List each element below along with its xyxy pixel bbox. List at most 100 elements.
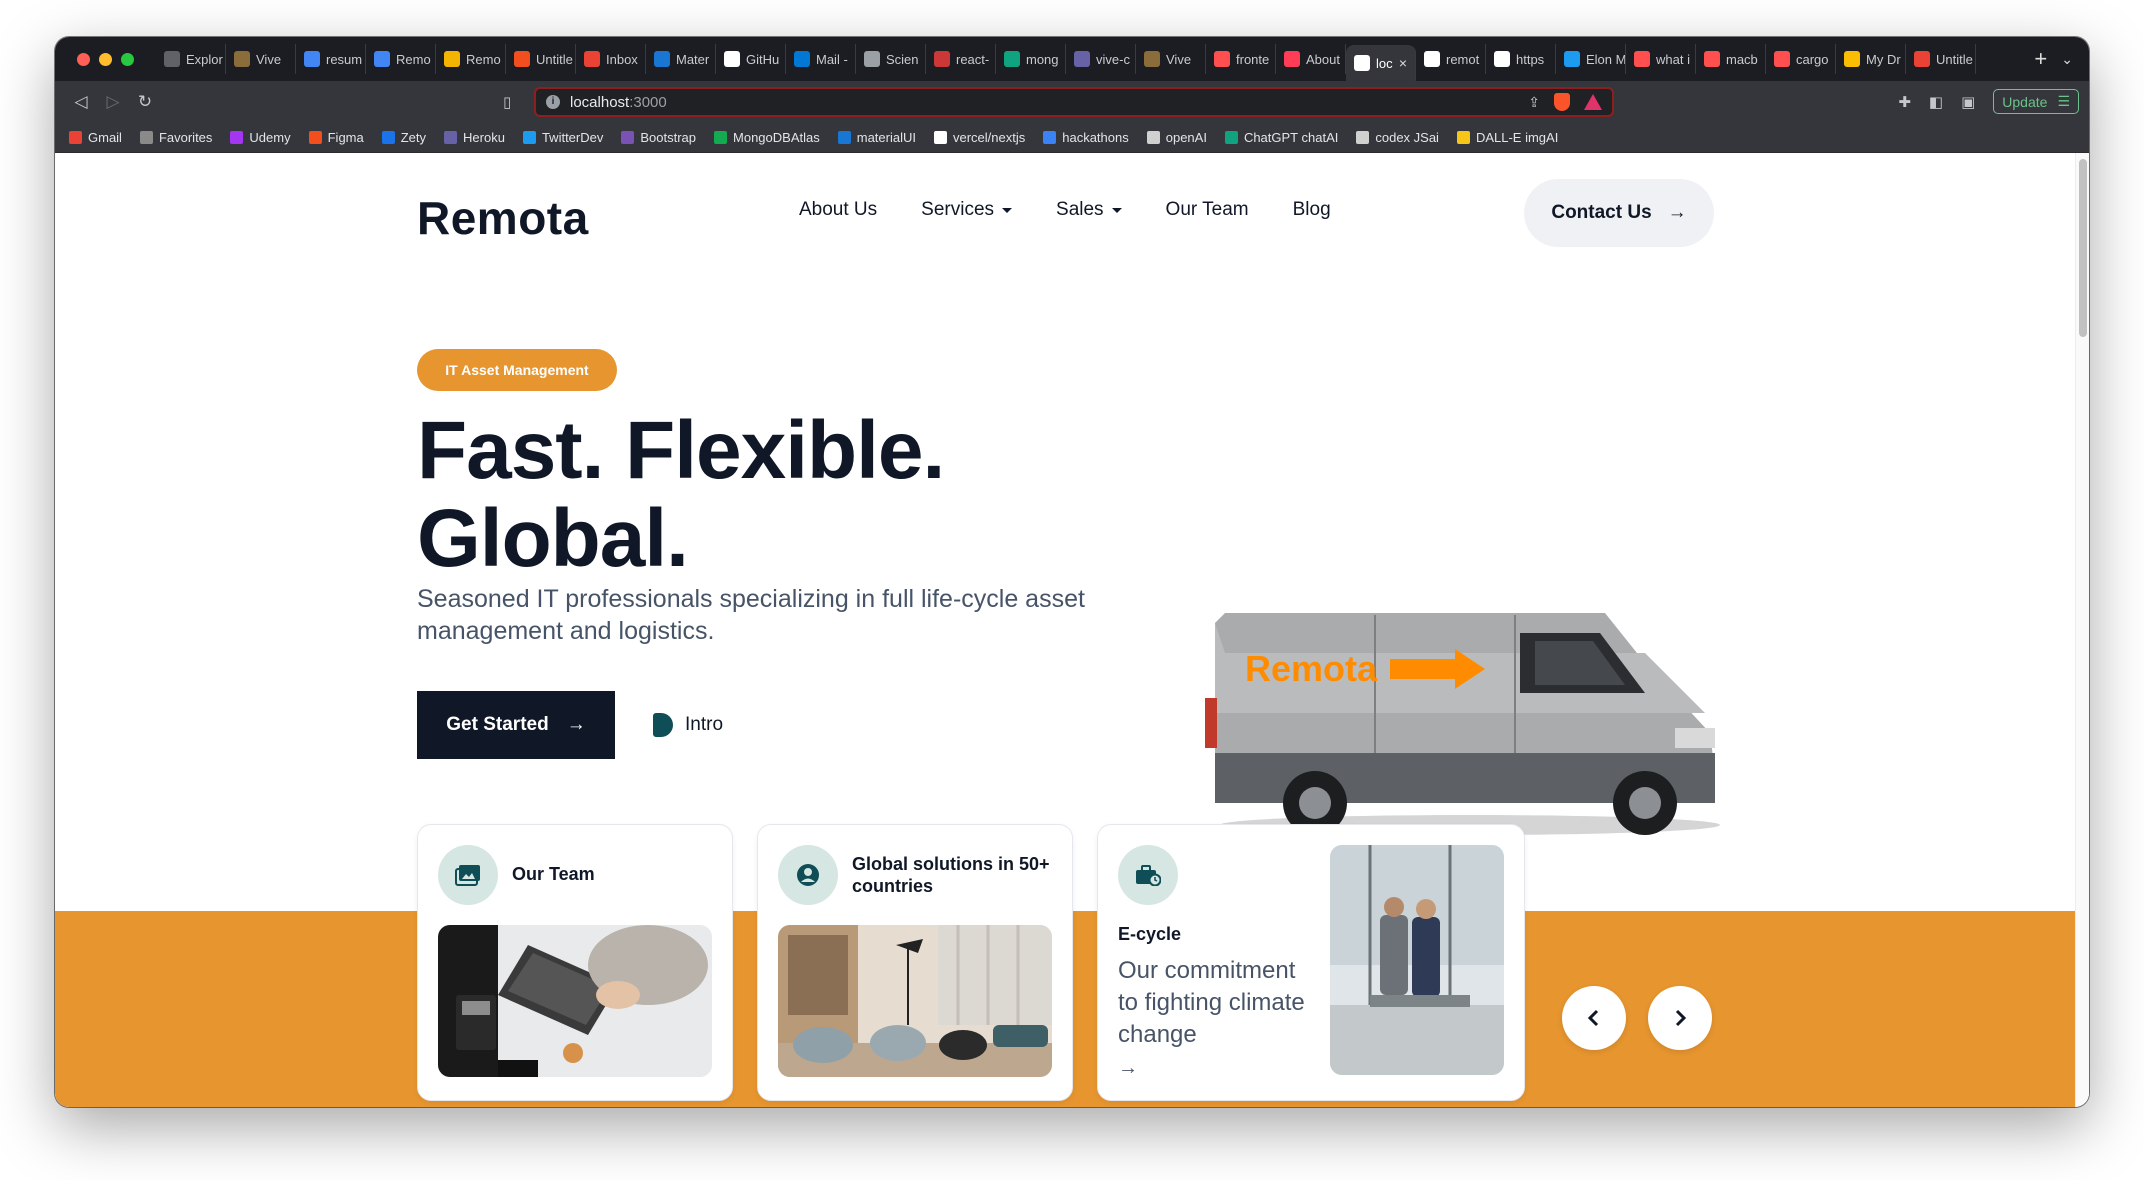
browser-tab[interactable]: Explor bbox=[156, 44, 226, 74]
feature-card-global-solutions[interactable]: Global solutions in 50+ countries bbox=[757, 824, 1073, 1101]
nav-item-blog[interactable]: Blog bbox=[1293, 199, 1331, 221]
browser-tab[interactable]: fronte bbox=[1206, 44, 1276, 74]
bookmark-favicon-icon bbox=[69, 131, 82, 144]
browser-tab[interactable]: what i bbox=[1626, 44, 1696, 74]
intro-video-link[interactable]: Intro bbox=[653, 713, 723, 737]
browser-tab[interactable]: Vive bbox=[226, 44, 296, 74]
bookmark-item[interactable]: Bootstrap bbox=[621, 130, 696, 145]
bookmark-label: Figma bbox=[327, 130, 364, 145]
carousel-prev-button[interactable] bbox=[1562, 986, 1626, 1050]
nav-item-sales[interactable]: Sales bbox=[1056, 199, 1122, 221]
brave-shields-icon[interactable] bbox=[1554, 93, 1570, 111]
bookmark-label: Zety bbox=[400, 130, 427, 145]
bookmark-label: Udemy bbox=[249, 130, 291, 145]
browser-tab-label: Scien bbox=[886, 51, 919, 67]
browser-tab[interactable]: macb bbox=[1696, 44, 1766, 74]
page-scrollbar[interactable] bbox=[2075, 153, 2089, 1107]
bookmark-item[interactable]: Heroku bbox=[444, 130, 505, 145]
bookmark-item[interactable]: DALL-E imgAI bbox=[1456, 130, 1558, 145]
browser-tab[interactable]: Untitle bbox=[1906, 44, 1976, 74]
browser-tab[interactable]: Scien bbox=[856, 44, 926, 74]
nav-item-about-us[interactable]: About Us bbox=[799, 199, 877, 221]
browser-tab[interactable]: remot bbox=[1416, 44, 1486, 74]
card-link-arrow-icon[interactable]: → bbox=[1118, 1057, 1138, 1080]
browser-tab-label: resum bbox=[326, 51, 363, 67]
browser-tab[interactable]: resum bbox=[296, 44, 366, 74]
bookmark-item[interactable]: Udemy bbox=[230, 130, 291, 145]
bookmark-item[interactable]: hackathons bbox=[1043, 130, 1129, 145]
browser-tab[interactable]: Mail - bbox=[786, 44, 856, 74]
heroku-icon bbox=[1074, 51, 1090, 67]
get-started-button[interactable]: Get Started → bbox=[417, 691, 615, 759]
update-button[interactable]: Update ☰ bbox=[1993, 89, 2079, 114]
bookmark-item[interactable]: codex JSai bbox=[1356, 130, 1439, 145]
close-tab-icon[interactable]: × bbox=[1399, 55, 1407, 71]
back-button[interactable]: ◁ bbox=[65, 92, 97, 112]
browser-tab[interactable]: Vive bbox=[1136, 44, 1206, 74]
tab-search-chevron-icon[interactable]: ⌄ bbox=[2061, 51, 2073, 68]
share-icon[interactable]: ⇪ bbox=[1528, 94, 1540, 111]
extensions-icon[interactable]: ✚ bbox=[1898, 93, 1911, 111]
address-bar[interactable]: i localhost:3000 ⇪ bbox=[534, 87, 1614, 117]
nav-item-label: Sales bbox=[1056, 199, 1104, 220]
image-icon bbox=[1144, 51, 1160, 67]
browser-tab[interactable]: GitHu bbox=[716, 44, 786, 74]
site-logo[interactable]: Remota bbox=[417, 191, 589, 245]
browser-tab[interactable]: mong bbox=[996, 44, 1066, 74]
reload-button[interactable]: ↻ bbox=[129, 92, 161, 112]
feature-card-e-cycle[interactable]: E-cycle Our commitment to fighting clima… bbox=[1097, 824, 1525, 1101]
bookmark-item[interactable]: MongoDBAtlas bbox=[714, 130, 820, 145]
feature-card-our-team[interactable]: Our Team bbox=[417, 824, 733, 1101]
workspace-laptop-image bbox=[438, 925, 712, 1077]
browser-tab[interactable]: https bbox=[1486, 44, 1556, 74]
image-icon bbox=[234, 51, 250, 67]
carousel-next-button[interactable] bbox=[1648, 986, 1712, 1050]
bookmark-item[interactable]: Figma bbox=[308, 130, 364, 145]
browser-tab[interactable]: Inbox bbox=[576, 44, 646, 74]
gmail-icon bbox=[584, 51, 600, 67]
bookmark-item[interactable]: ChatGPT chatAI bbox=[1224, 130, 1338, 145]
browser-tab[interactable]: Mater bbox=[646, 44, 716, 74]
browser-tab[interactable]: Elon M bbox=[1556, 44, 1626, 74]
minimize-window-button[interactable] bbox=[99, 52, 112, 66]
nav-item-label: Blog bbox=[1292, 199, 1331, 220]
browser-tab[interactable]: Untitle bbox=[506, 44, 576, 74]
vercel-icon bbox=[1494, 51, 1510, 67]
browser-tab[interactable]: react- bbox=[926, 44, 996, 74]
browser-tab[interactable]: Remo bbox=[436, 44, 506, 74]
new-tab-button[interactable]: + bbox=[2034, 46, 2047, 72]
vercel-icon bbox=[1424, 51, 1440, 67]
browser-tab-label: react- bbox=[956, 51, 990, 67]
forward-button[interactable]: ▷ bbox=[97, 92, 129, 112]
contact-us-button[interactable]: Contact Us → bbox=[1524, 179, 1714, 247]
search-icon bbox=[1704, 51, 1720, 67]
bookmark-item[interactable]: Gmail bbox=[69, 130, 122, 145]
bookmark-item[interactable]: vercel/nextjs bbox=[933, 130, 1025, 145]
browser-tab[interactable]: vive-c bbox=[1066, 44, 1136, 74]
browser-tab[interactable]: cargo bbox=[1766, 44, 1836, 74]
sidebar-icon[interactable]: ◧ bbox=[1929, 93, 1943, 111]
browser-tab[interactable]: loc × bbox=[1346, 45, 1416, 81]
bookmark-icon[interactable]: ▯ bbox=[503, 93, 511, 111]
maximize-window-button[interactable] bbox=[121, 52, 134, 66]
wallet-icon[interactable]: ▣ bbox=[1961, 93, 1975, 111]
bookmark-item[interactable]: Favorites bbox=[139, 130, 212, 145]
browser-tab-label: Remo bbox=[396, 51, 431, 67]
close-window-button[interactable] bbox=[77, 52, 90, 66]
site-info-icon[interactable]: i bbox=[546, 95, 560, 109]
bookmark-item[interactable]: Zety bbox=[381, 130, 427, 145]
brave-rewards-icon[interactable] bbox=[1584, 94, 1602, 110]
browser-tab-label: Inbox bbox=[606, 51, 638, 67]
scrollbar-thumb[interactable] bbox=[2079, 159, 2087, 337]
browser-tab[interactable]: Remo bbox=[366, 44, 436, 74]
browser-tab[interactable]: My Dr bbox=[1836, 44, 1906, 74]
bookmarks-bar: Gmail Favorites Udemy Figma Zety Heroku Twitte… bbox=[55, 123, 2089, 153]
browser-window: Explor Vive resum Remo Remo Untitle Inbox Mater… bbox=[55, 37, 2089, 1107]
bookmark-item[interactable]: openAI bbox=[1146, 130, 1207, 145]
nav-item-services[interactable]: Services bbox=[921, 199, 1013, 221]
bookmark-item[interactable]: materialUI bbox=[837, 130, 916, 145]
browser-tab-label: Mail - bbox=[816, 51, 848, 67]
browser-tab[interactable]: About bbox=[1276, 44, 1346, 74]
nav-item-our-team[interactable]: Our Team bbox=[1166, 199, 1249, 221]
bookmark-item[interactable]: TwitterDev bbox=[522, 130, 603, 145]
